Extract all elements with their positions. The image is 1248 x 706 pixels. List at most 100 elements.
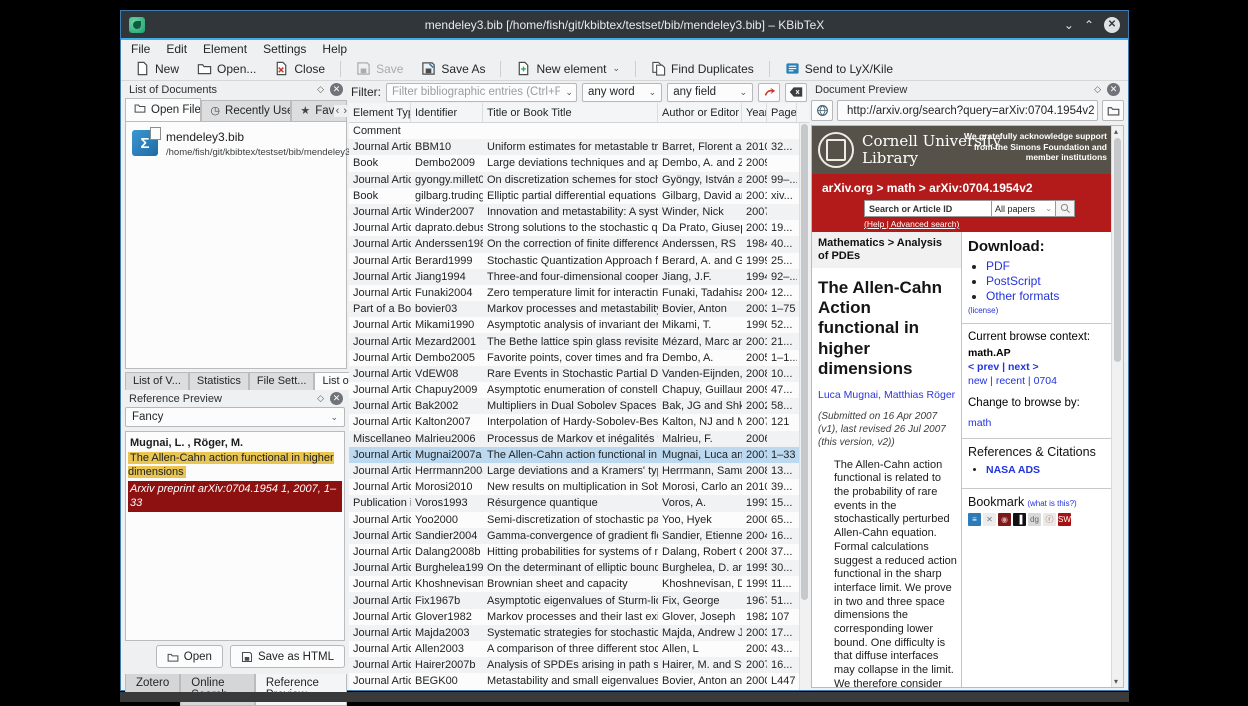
table-row[interactable]: Journal ArticleMorosi2010New results on … [349,479,799,495]
filter-field-select[interactable]: any field⌄ [667,83,753,102]
table-row[interactable]: Journal ArticleDembo2005Favorite points,… [349,350,799,366]
tab-open-files[interactable]: Open Files [125,98,201,121]
table-row[interactable]: BookDembo2009Large deviations techniques… [349,155,799,171]
menu-file[interactable]: File [131,42,150,56]
scrollbar-thumb[interactable] [801,124,808,600]
scroll-up-icon[interactable]: ▴ [1114,127,1118,136]
table-row[interactable]: Journal ArticleBerard1999Stochastic Quan… [349,253,799,269]
table-row[interactable]: Journal ArticleMezard2001The Bethe latti… [349,333,799,349]
table-row[interactable]: Miscellaneo...Malrieu2006Processus de Ma… [349,431,799,447]
save-as-html-button[interactable]: Save as HTML [230,645,345,668]
pdf-link[interactable]: PDF [986,259,1105,274]
table-row[interactable]: Bookgilbarg.truding...Elliptic partial d… [349,188,799,204]
license-link[interactable]: (license) [968,306,1105,315]
go-to-url-button[interactable] [811,100,833,121]
nasa-ads-link[interactable]: NASA ADS [986,463,1105,478]
sciencewise-icon[interactable]: SW [1058,513,1071,526]
table-scrollbar[interactable] [799,123,809,690]
table-row[interactable]: Journal ArticleBak2002Multipliers in Dua… [349,398,799,414]
preview-scrollbar[interactable]: ▴ ▾ [1111,126,1123,687]
table-row[interactable]: Journal ArticleFunaki2004Zero temperatur… [349,285,799,301]
col-author-or-editor[interactable]: Author or Editor [658,103,742,122]
digg-icon[interactable]: dg [1028,513,1041,526]
delicious-icon[interactable]: ▐ [1013,513,1026,526]
float-panel-icon[interactable]: ◇ [317,84,324,95]
table-row[interactable]: Publication i...Voros1993Résurgence quan… [349,495,799,511]
table-row[interactable]: Journal ArticleChapuy2009Asymptotic enum… [349,382,799,398]
save-as-button[interactable]: Save As [413,59,493,78]
minimize-icon[interactable]: ⌄ [1064,19,1074,31]
col-year[interactable]: Year [742,103,767,122]
table-row[interactable]: Comment [349,123,799,139]
open-button[interactable]: Open [156,645,223,668]
arxiv-scope-select[interactable]: All papers⌄ [992,200,1056,217]
col-element-type[interactable]: Element Type [349,103,411,122]
table-row[interactable]: Journal ArticleWinder2007Innovation and … [349,204,799,220]
close-panel-icon[interactable]: ✕ [1107,83,1120,96]
table-row[interactable]: Journal ArticleDalang2008bHitting probab… [349,544,799,560]
table-row[interactable]: Journal ArticleYoo2000Semi-discretizatio… [349,512,799,528]
scroll-down-icon[interactable]: ▾ [1114,677,1118,686]
col-title-or-book-title[interactable]: Title or Book Title [483,103,658,122]
other-formats-link[interactable]: Other formats [986,289,1105,304]
tab-scroll-left-icon[interactable]: ‹ [336,105,340,117]
tab-recently-used[interactable]: ◷Recently Used [201,100,291,121]
table-row[interactable]: Part of a Bo...bovier03Markov processes … [349,301,799,317]
list-item[interactable]: Σ mendeley3.bib /home/fish/git/kbibtex/t… [132,130,340,158]
table-row[interactable]: Journal ArticleKhoshnevisan1...Brownian … [349,576,799,592]
table-row[interactable]: Journal ArticleJiang1994Three-and four-d… [349,269,799,285]
open-button[interactable]: Open... [189,59,264,78]
table-row[interactable]: Journal ArticleHairer2007bAnalysis of SP… [349,657,799,673]
close-panel-icon[interactable]: ✕ [330,392,343,405]
table-row[interactable]: Journal ArticleMikami1990Asymptotic anal… [349,317,799,333]
table-row[interactable]: Journal ArticleAnderssen1984On the corre… [349,236,799,252]
menu-element[interactable]: Element [203,42,247,56]
url-combobox[interactable]: http://arxiv.org/search?query=arXiv:0704… [837,100,1098,121]
float-panel-icon[interactable]: ◇ [317,393,324,404]
table-row[interactable]: Journal ArticleBurghelea1995On the deter… [349,560,799,576]
table-row[interactable]: Journal ArticleBBM10Uniform estimates fo… [349,139,799,155]
open-file-button[interactable] [1102,100,1124,121]
table-row[interactable]: Journal ArticleBEGK00Metastability and s… [349,673,799,689]
article-authors[interactable]: Luca Mugnai, Matthias Röger [812,385,961,403]
filter-word-select[interactable]: any word⌄ [582,83,662,102]
close-button[interactable]: Close [266,59,333,78]
close-panel-icon[interactable]: ✕ [330,83,343,96]
bibsonomy-icon[interactable]: ✕ [983,513,996,526]
table-row[interactable]: Journal ArticleAllen2003A comparison of … [349,641,799,657]
preview-style-select[interactable]: Fancy ⌄ [125,407,345,427]
menu-settings[interactable]: Settings [263,42,306,56]
table-row[interactable]: Journal ArticleGlover1982Markov processe… [349,609,799,625]
arxiv-help-links[interactable]: (Help | Advanced search) [864,219,959,229]
tab-file-sett[interactable]: File Sett... [249,372,315,390]
send-to-lyx-kile-button[interactable]: Send to LyX/Kile [777,59,901,78]
prev-next-links[interactable]: < prev | next > [968,360,1105,374]
table-row[interactable]: Journal Articledaprato.debus...Strong so… [349,220,799,236]
find-duplicates-button[interactable]: Find Duplicates [643,59,762,78]
table-row[interactable]: Journal ArticleMajda2003Systematic strat… [349,625,799,641]
new-button[interactable]: New [127,59,187,78]
reddit-icon[interactable]: ⓡ [1043,513,1056,526]
change-browse-link[interactable]: math [968,416,1105,430]
float-panel-icon[interactable]: ◇ [1094,84,1101,95]
tab-statistics[interactable]: Statistics [189,372,249,390]
titlebar[interactable]: mendeley3.bib [/home/fish/git/kbibtex/te… [121,11,1128,38]
table-row[interactable]: Journal Articlegyongy.millet05On discret… [349,172,799,188]
table-row[interactable]: Journal ArticleMugnai2007aThe Allen-Cahn… [349,447,799,463]
save-button[interactable]: Save [348,59,411,78]
arxiv-breadcrumb[interactable]: arXiv.org > math > arXiv:0704.1954v2 [812,174,1111,195]
col-identifier[interactable]: Identifier [411,103,483,122]
arxiv-search-button[interactable] [1056,200,1075,217]
mendeley-icon[interactable]: ◉ [998,513,1011,526]
citeulike-icon[interactable]: ≡ [968,513,981,526]
new-recent-links[interactable]: new | recent | 0704 [968,374,1105,388]
table-row[interactable]: Journal ArticleKalton2007Interpolation o… [349,414,799,430]
tab-zotero[interactable]: Zotero [125,674,180,694]
filter-input[interactable] [386,83,577,102]
close-icon[interactable]: ✕ [1104,17,1120,33]
menu-help[interactable]: Help [322,42,347,56]
menu-edit[interactable]: Edit [166,42,187,56]
new-element-button[interactable]: New element⌄ [508,59,628,78]
table-row[interactable]: Journal ArticleHerrmann2008Large deviati… [349,463,799,479]
scrollbar-thumb[interactable] [1114,138,1121,362]
